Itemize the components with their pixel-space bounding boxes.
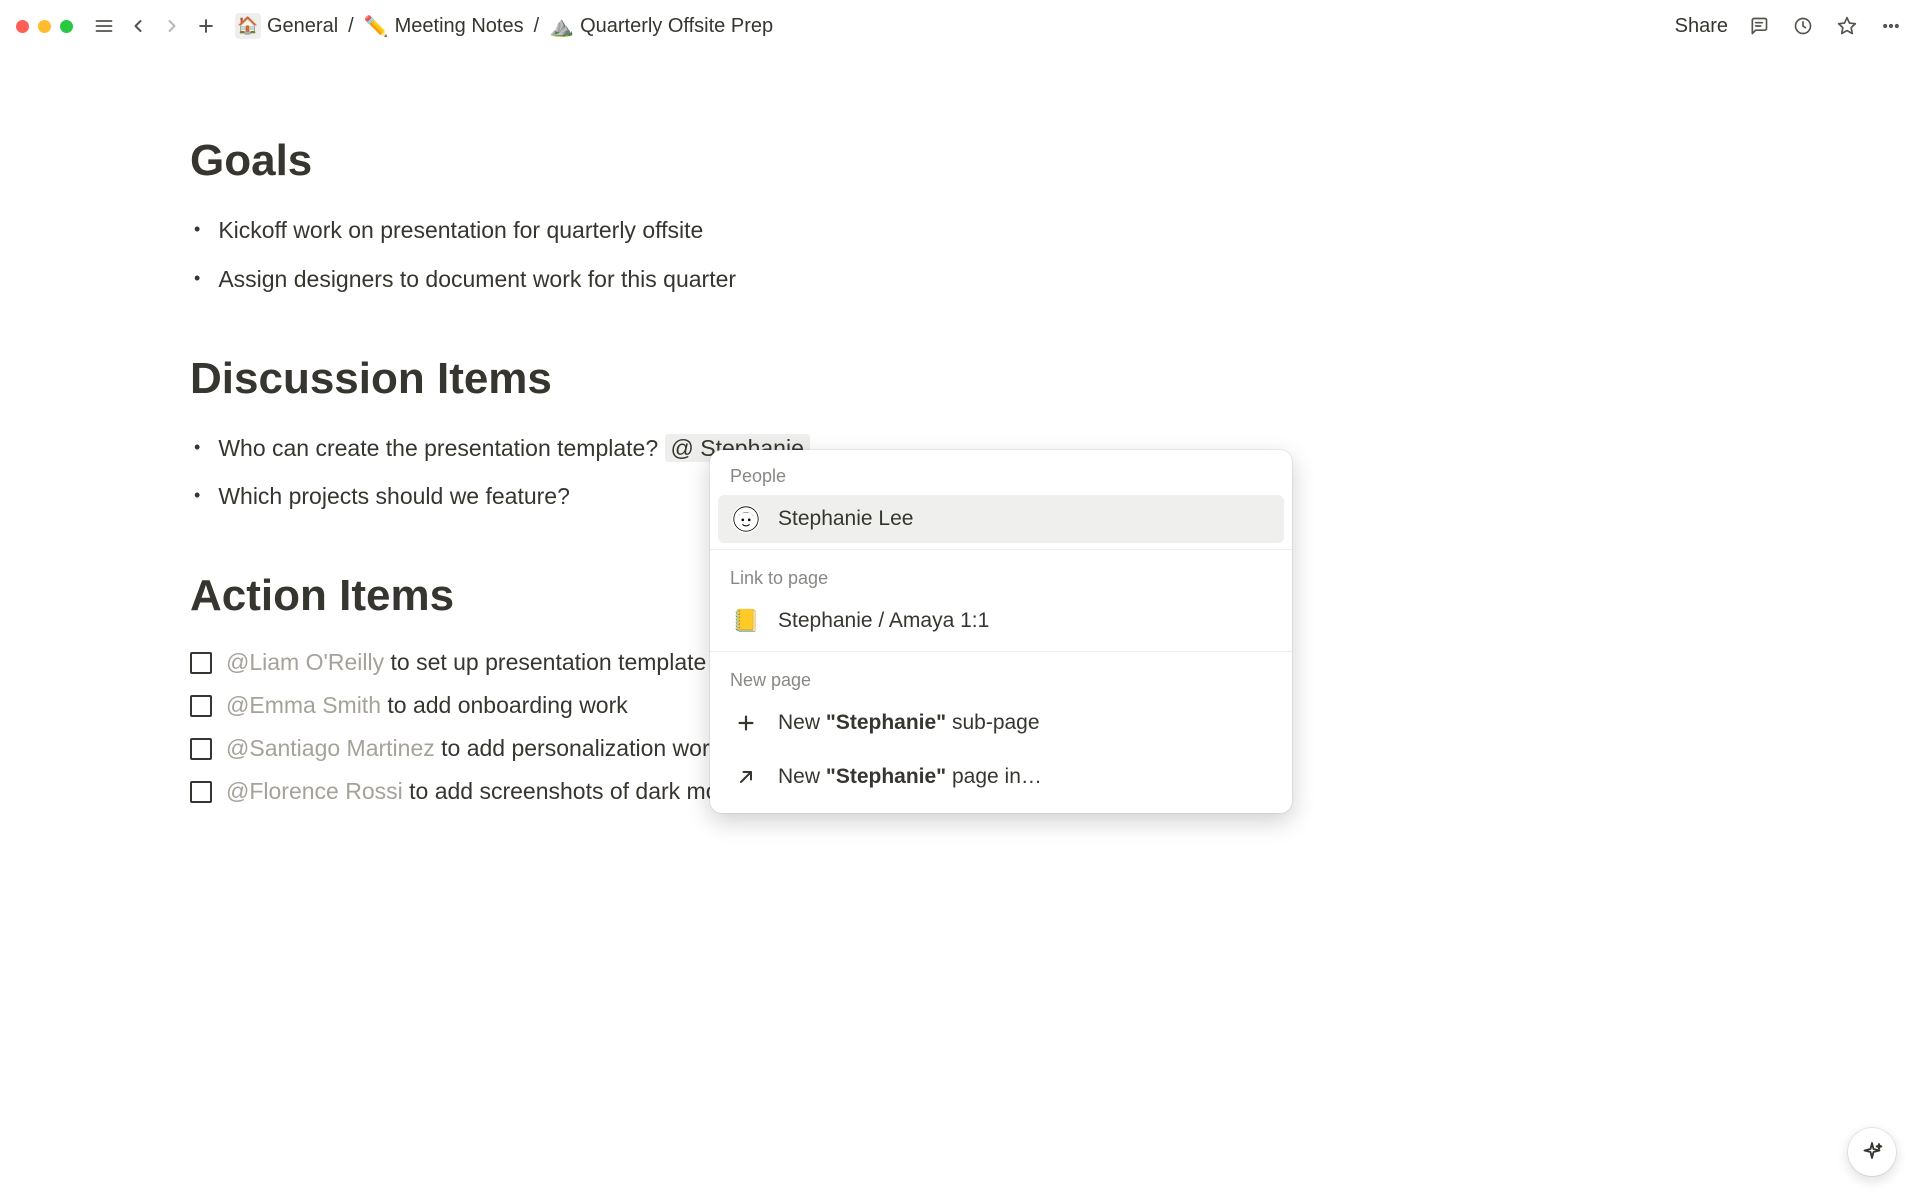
popup-new-subpage[interactable]: New "Stephanie" sub-page: [718, 699, 1284, 747]
bullet-text: Which projects should we feature?: [218, 478, 570, 515]
todo-text: to set up presentation template: [384, 649, 706, 675]
share-button[interactable]: Share: [1675, 15, 1728, 38]
bullet-text: Who can create the presentation template…: [218, 435, 658, 461]
popup-link-label: Stephanie / Amaya 1:1: [778, 609, 989, 633]
comments-icon[interactable]: [1746, 13, 1772, 39]
toolbar: 🏠 General / ✏️ Meeting Notes / ⛰️ Quarte…: [0, 0, 1920, 52]
breadcrumb-separator: /: [348, 15, 354, 38]
bullet-text: Assign designers to document work for th…: [218, 261, 736, 298]
breadcrumb-label: Meeting Notes: [395, 15, 524, 38]
mention-popup: People Stephanie Lee Link to page 📒 Step…: [710, 450, 1292, 813]
more-menu-icon[interactable]: [1878, 13, 1904, 39]
avatar-icon: [732, 505, 760, 533]
popup-section-people: People: [710, 450, 1292, 495]
popup-section-link: Link to page: [710, 552, 1292, 597]
todo-text: to add personalization work: [435, 735, 721, 761]
popup-link-item[interactable]: 📒 Stephanie / Amaya 1:1: [718, 597, 1284, 645]
plus-icon: [732, 709, 760, 737]
breadcrumb: 🏠 General / ✏️ Meeting Notes / ⛰️ Quarte…: [231, 11, 777, 41]
minimize-window-button[interactable]: [38, 20, 51, 33]
breadcrumb-label: Quarterly Offsite Prep: [580, 15, 773, 38]
mention-assignee[interactable]: @Liam O'Reilly: [226, 649, 384, 675]
arrow-out-icon: [732, 763, 760, 791]
breadcrumb-separator: /: [534, 15, 540, 38]
favorite-icon[interactable]: [1834, 13, 1860, 39]
nav-forward-icon[interactable]: [159, 13, 185, 39]
breadcrumb-label: General: [267, 15, 338, 38]
hamburger-menu-icon[interactable]: [91, 13, 117, 39]
mention-assignee[interactable]: @Florence Rossi: [226, 778, 403, 804]
breadcrumb-item-general[interactable]: 🏠 General: [231, 11, 342, 41]
home-icon: 🏠: [235, 13, 261, 39]
popup-divider: [710, 549, 1292, 550]
mention-assignee[interactable]: @Santiago Martinez: [226, 735, 435, 761]
history-icon[interactable]: [1790, 13, 1816, 39]
window-controls: [16, 20, 73, 33]
popup-new-page-in-label: New "Stephanie" page in…: [778, 765, 1042, 789]
popup-person-item[interactable]: Stephanie Lee: [718, 495, 1284, 543]
bullet-text: Kickoff work on presentation for quarter…: [218, 212, 703, 249]
popup-new-subpage-label: New "Stephanie" sub-page: [778, 711, 1040, 735]
nav-back-icon[interactable]: [125, 13, 151, 39]
maximize-window-button[interactable]: [60, 20, 73, 33]
checkbox-icon[interactable]: [190, 738, 212, 760]
ai-assistant-button[interactable]: [1848, 1128, 1896, 1176]
todo-text: to add onboarding work: [381, 692, 628, 718]
todo-text: to add screenshots of dark mode: [403, 778, 744, 804]
heading-discussion: Discussion Items: [190, 354, 1010, 404]
breadcrumb-item-meeting-notes[interactable]: ✏️ Meeting Notes: [360, 12, 528, 41]
breadcrumb-item-quarterly-offsite[interactable]: ⛰️ Quarterly Offsite Prep: [545, 12, 777, 41]
popup-person-name: Stephanie Lee: [778, 507, 913, 531]
checkbox-icon[interactable]: [190, 695, 212, 717]
bullet-item[interactable]: Kickoff work on presentation for quarter…: [194, 206, 1010, 255]
close-window-button[interactable]: [16, 20, 29, 33]
mountain-icon: ⛰️: [549, 14, 574, 39]
notebook-icon: 📒: [732, 607, 760, 635]
new-tab-icon[interactable]: [193, 13, 219, 39]
checkbox-icon[interactable]: [190, 652, 212, 674]
heading-goals: Goals: [190, 136, 1010, 186]
bullet-item[interactable]: Assign designers to document work for th…: [194, 255, 1010, 304]
checkbox-icon[interactable]: [190, 781, 212, 803]
popup-divider: [710, 651, 1292, 652]
popup-new-page-in[interactable]: New "Stephanie" page in…: [718, 753, 1284, 801]
popup-section-newpage: New page: [710, 654, 1292, 699]
pencil-icon: ✏️: [364, 14, 389, 39]
mention-assignee[interactable]: @Emma Smith: [226, 692, 381, 718]
